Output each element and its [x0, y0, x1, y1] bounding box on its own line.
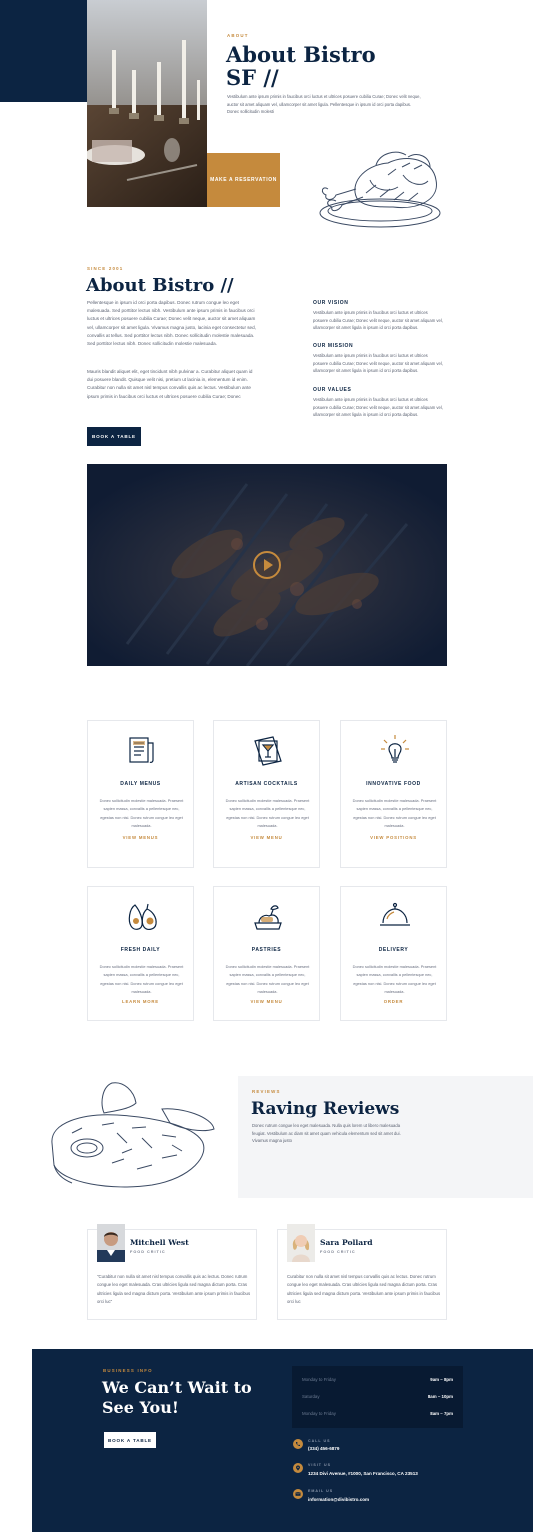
lightbulb-icon	[381, 735, 409, 763]
hours-day: Monday to Friday	[302, 1411, 336, 1416]
feature-text: Donec sollicitudin molestie malesuada. P…	[352, 798, 437, 829]
phone-value[interactable]: (334) 456-6879	[308, 1446, 339, 1451]
cocktail-icon	[254, 736, 282, 766]
phone-icon	[293, 1439, 303, 1449]
hero-eyebrow: ABOUT	[227, 33, 249, 38]
feature-title: INNOVATIVE FOOD	[366, 781, 421, 787]
address-value[interactable]: 1234 Divi Avenue, #1000, San Francisco, …	[308, 1471, 418, 1476]
view-positions-link[interactable]: VIEW POSITIONS	[341, 835, 446, 840]
hours-row: Monday to Friday 8am – 7pm	[302, 1411, 453, 1416]
hero-title-line2: SF //	[226, 65, 279, 90]
feature-title: PASTRIES	[251, 947, 282, 953]
about-paragraph-1: Pellentesque in ipsum id orci porta dapi…	[87, 300, 256, 347]
email-icon	[293, 1489, 303, 1499]
play-icon[interactable]	[252, 550, 282, 580]
feature-title: DELIVERY	[378, 947, 409, 953]
review-quote: "Curabitur non nulla sit amet nisl tempu…	[97, 1274, 251, 1305]
mission-text: Vestibulum ante ipsum primis in faucibus…	[313, 353, 443, 374]
reviews-eyebrow: REVIEWS	[252, 1089, 281, 1094]
footer-title: We Can’t Wait to See You!	[102, 1378, 252, 1418]
contact-label: EMAIL US	[308, 1489, 334, 1493]
feature-title: FRESH DAILY	[120, 947, 161, 953]
review-card: Mitchell West FOOD CRITIC "Curabitur non…	[87, 1224, 257, 1320]
hours-time: 8am – 10pm	[427, 1394, 453, 1399]
hero-table-photo	[87, 0, 207, 207]
feature-text: Donec sollicitudin molestie malesuada. P…	[99, 798, 184, 829]
roast-chicken-illustration	[319, 151, 441, 228]
feature-card-artisan-cocktails: ARTISAN COCKTAILS Donec sollicitudin mol…	[213, 720, 320, 868]
vision-text: Vestibulum ante ipsum primis in faucibus…	[313, 310, 443, 331]
email-value[interactable]: information@divibistro.com	[308, 1497, 369, 1502]
footer-book-table-button[interactable]: BOOK A TABLE	[103, 1431, 157, 1449]
footer-eyebrow: BUSINESS INFO	[103, 1368, 153, 1373]
avocado-icon	[128, 903, 157, 930]
feature-text: Donec sollicitudin molestie malesuada. P…	[225, 964, 310, 995]
feature-card-daily-menus: DAILY MENUS Donec sollicitudin molestie …	[87, 720, 194, 868]
values-title: OUR VALUES	[313, 387, 352, 393]
reviews-text: Donec rutrum congue leo eget malesuada. …	[252, 1123, 401, 1144]
hours-row: Saturday 8am – 10pm	[302, 1394, 453, 1399]
reviewer-role: FOOD CRITIC	[320, 1250, 356, 1254]
vision-title: OUR VISION	[313, 300, 349, 306]
contact-label: CALL US	[308, 1439, 331, 1443]
hours-box: Monday to Friday 9am – 8pm Saturday 8am …	[292, 1366, 463, 1428]
feature-card-innovative-food: INNOVATIVE FOOD Donec sollicitudin moles…	[340, 720, 447, 868]
order-link[interactable]: ORDER	[341, 999, 446, 1004]
feature-text: Donec sollicitudin molestie malesuada. P…	[352, 964, 437, 995]
footer-title-line1: We Can’t Wait to	[102, 1378, 252, 1397]
avatar	[287, 1224, 315, 1262]
feature-text: Donec sollicitudin molestie malesuada. P…	[99, 964, 184, 995]
pastry-icon	[254, 905, 282, 930]
contact-label: VISIT US	[308, 1463, 331, 1467]
about-paragraph-2: Mauris blandit aliquet elit, eget tincid…	[87, 369, 253, 399]
hours-row: Monday to Friday 9am – 8pm	[302, 1377, 453, 1382]
steak-illustration	[51, 1082, 215, 1188]
values-text: Vestibulum ante ipsum primis in faucibus…	[313, 397, 443, 418]
hero-text: Vestibulum ante ipsum primis in faucibus…	[227, 94, 421, 115]
hero-navy-block	[0, 0, 88, 102]
hours-time: 8am – 7pm	[430, 1411, 453, 1416]
view-menu-link[interactable]: VIEW MENU	[214, 835, 319, 840]
view-menus-link[interactable]: VIEW MENUS	[88, 835, 193, 840]
about-title: About Bistro //	[86, 275, 234, 296]
reviewer-role: FOOD CRITIC	[130, 1250, 166, 1254]
feature-title: DAILY MENUS	[120, 781, 161, 787]
avatar	[97, 1224, 125, 1262]
feature-text: Donec sollicitudin molestie malesuada. P…	[225, 798, 310, 829]
footer-title-line2: See You!	[102, 1398, 179, 1417]
hero-title: About Bistro SF //	[226, 43, 376, 89]
location-icon	[293, 1463, 303, 1473]
feature-card-pastries: PASTRIES Donec sollicitudin molestie mal…	[213, 886, 320, 1021]
cloche-icon	[380, 902, 410, 926]
hours-day: Saturday	[302, 1394, 320, 1399]
about-eyebrow: SINCE 2001	[87, 266, 124, 271]
hero-title-line1: About Bistro	[226, 42, 376, 67]
reviewer-name: Sara Pollard	[320, 1238, 373, 1247]
menu-icon	[129, 737, 154, 763]
feature-card-fresh-daily: FRESH DAILY Donec sollicitudin molestie …	[87, 886, 194, 1021]
review-card: Sara Pollard FOOD CRITIC Curabitur non n…	[277, 1224, 447, 1320]
review-quote: Curabitur non nulla sit amet nisl tempus…	[287, 1274, 441, 1305]
reviews-title: Raving Reviews	[251, 1099, 400, 1119]
hours-day: Monday to Friday	[302, 1377, 336, 1382]
hours-time: 9am – 8pm	[430, 1377, 453, 1382]
feature-title: ARTISAN COCKTAILS	[235, 781, 298, 787]
reviewer-name: Mitchell West	[130, 1238, 189, 1247]
view-menu-link[interactable]: VIEW MENU	[214, 999, 319, 1004]
grill-video[interactable]	[87, 464, 447, 666]
about-book-table-button[interactable]: BOOK A TABLE	[87, 427, 141, 446]
learn-more-link[interactable]: LEARN MORE	[88, 999, 193, 1004]
make-reservation-button[interactable]: MAKE A RESERVATION	[207, 153, 280, 207]
mission-title: OUR MISSION	[313, 343, 354, 349]
feature-card-delivery: DELIVERY Donec sollicitudin molestie mal…	[340, 886, 447, 1021]
